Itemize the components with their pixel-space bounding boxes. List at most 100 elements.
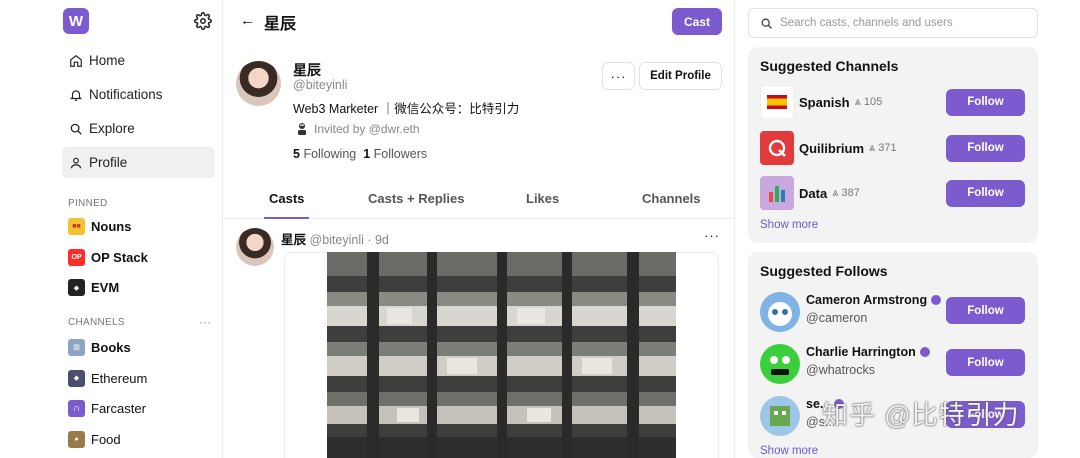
edit-profile-button[interactable]: Edit Profile (639, 62, 722, 90)
profile-handle: @biteyinli (293, 78, 348, 92)
nav-profile-label: Profile (89, 155, 128, 170)
channel-label: Ethereum (91, 370, 148, 386)
follow-button[interactable]: Follow (946, 179, 1025, 207)
suggested-follow-row[interactable]: Cameron Armstrong @cameron Follow (760, 292, 1025, 336)
post-meta: @biteyinli · 9d (309, 233, 389, 247)
channels-more-button[interactable]: ··· (199, 315, 211, 329)
cast-button[interactable]: Cast (672, 8, 722, 35)
followers-label[interactable]: Followers (374, 147, 428, 161)
channel-item-farcaster[interactable]: ∩ Farcaster (68, 393, 216, 424)
channel-item-food[interactable]: ● Food (68, 424, 216, 455)
channels-list: ▥ Books ◆ Ethereum ∩ Farcaster ● Food (68, 332, 216, 455)
profile-more-button[interactable]: ··· (602, 62, 635, 90)
suggested-follow-row[interactable]: Charlie Harrington @whatrocks Follow (760, 344, 1025, 388)
pinned-item-op-stack[interactable]: OP OP Stack (68, 242, 216, 273)
ethereum-icon: ◆ (68, 369, 85, 387)
channel-label: Food (91, 431, 121, 447)
bell-icon (69, 89, 83, 101)
pinned-item-evm[interactable]: ◆ EVM (68, 272, 216, 303)
user-handle: @whatrocks (806, 363, 875, 377)
user-handle: @cameron (806, 311, 868, 325)
search-input[interactable] (780, 17, 1020, 29)
app-root: W Home Notifications Explore Profile PIN… (0, 0, 1080, 458)
nav-home-label: Home (89, 53, 126, 68)
profile-main: ← 星辰 Cast 星辰 @biteyinli Web3 Marketer ｜微… (223, 0, 735, 458)
left-sidebar: W Home Notifications Explore Profile PIN… (0, 0, 223, 458)
channel-label: Books (91, 339, 131, 355)
post-header: 星辰 @biteyinli · 9d (281, 229, 389, 248)
search-bar[interactable] (748, 8, 1038, 38)
user-display-name[interactable]: Charlie Harrington (806, 345, 930, 359)
suggested-channel-row[interactable]: Spanish ⩓ 105 Follow (760, 85, 1025, 119)
follow-button[interactable]: Follow (946, 349, 1025, 376)
channel-name[interactable]: Spanish (799, 95, 850, 110)
user-name-text: Charlie Harrington (806, 345, 916, 359)
profile-tabs: Casts Casts + Replies Likes Channels (223, 185, 735, 219)
profile-avatar[interactable] (236, 61, 281, 106)
pinned-label: OP Stack (91, 249, 148, 265)
channel-name[interactable]: Quilibrium (799, 141, 864, 156)
profile-bio: Web3 Marketer ｜微信公众号：比特引力 (293, 102, 520, 116)
pinned-item-nouns[interactable]: ■■ Nouns (68, 211, 216, 242)
show-more-follows-link[interactable]: Show more (760, 445, 818, 457)
channel-member-count: ⩓ 371 (869, 141, 897, 154)
nav-profile[interactable]: Profile (62, 147, 215, 178)
followers-count[interactable]: 1 (363, 147, 370, 161)
gear-icon[interactable] (194, 12, 212, 30)
user-name-text: Cameron Armstrong (806, 293, 928, 307)
farcaster-icon: ∩ (68, 400, 85, 418)
tab-casts[interactable]: Casts (269, 191, 304, 206)
watermark: 知乎 @比特引力 (822, 400, 1020, 430)
pinned-label: Nouns (91, 218, 132, 234)
post-author-name[interactable]: 星辰 (281, 233, 306, 247)
channel-member-count: ⩓ 387 (832, 186, 860, 199)
main-nav: Home Notifications Explore Profile (62, 45, 215, 181)
spain-flag-icon (760, 85, 794, 119)
search-icon (761, 18, 772, 29)
suggested-channel-row[interactable]: Quilibrium ⩓ 371 Follow (760, 131, 1025, 165)
avatar[interactable] (760, 292, 800, 332)
warpcast-logo[interactable]: W (63, 8, 89, 34)
follow-button[interactable]: Follow (946, 297, 1025, 324)
invited-by-text: Invited by @dwr.eth (314, 122, 420, 136)
following-label[interactable]: Following (303, 147, 356, 161)
books-icon: ▥ (68, 338, 85, 356)
pinned-heading: PINNED (68, 198, 108, 209)
follow-button[interactable]: Follow (946, 88, 1025, 116)
verified-badge-icon (931, 295, 942, 305)
suggested-channel-row[interactable]: Data ⩓ 387 Follow (760, 176, 1025, 210)
op-icon: OP (68, 248, 85, 266)
tab-likes[interactable]: Likes (526, 191, 559, 206)
food-icon: ● (68, 430, 85, 448)
tab-casts-replies[interactable]: Casts + Replies (368, 191, 464, 206)
tab-channels[interactable]: Channels (642, 191, 701, 206)
nav-notifications[interactable]: Notifications (62, 79, 215, 110)
avatar[interactable] (760, 396, 800, 436)
nav-explore[interactable]: Explore (62, 113, 215, 144)
channel-item-ethereum[interactable]: ◆ Ethereum (68, 363, 216, 394)
channel-item-books[interactable]: ▥ Books (68, 332, 216, 363)
user-display-name[interactable]: Cameron Armstrong (806, 293, 942, 307)
follow-button[interactable]: Follow (946, 134, 1025, 162)
post-image[interactable] (327, 252, 676, 458)
home-icon (70, 54, 82, 67)
suggested-follows-title: Suggested Follows (760, 263, 888, 279)
post-avatar[interactable] (236, 228, 274, 266)
active-tab-indicator (264, 217, 309, 219)
nav-explore-label: Explore (89, 121, 135, 136)
nouns-icon: ■■ (68, 217, 85, 235)
avatar[interactable] (760, 344, 800, 384)
back-arrow-icon[interactable]: ← (240, 12, 255, 29)
post-more-button[interactable]: ··· (704, 228, 720, 243)
channel-name[interactable]: Data (799, 186, 827, 201)
show-more-channels-link[interactable]: Show more (760, 219, 818, 231)
channels-heading: CHANNELS (68, 317, 125, 328)
following-count[interactable]: 5 (293, 147, 300, 161)
nav-home[interactable]: Home (62, 45, 215, 76)
pinned-label: EVM (91, 280, 120, 296)
ethereum-icon: ◆ (68, 279, 85, 297)
profile-name: 星辰 (293, 62, 321, 78)
bar-chart-icon (760, 176, 794, 210)
suggested-channels-title: Suggested Channels (760, 58, 899, 74)
pinned-list: ■■ Nouns OP OP Stack ◆ EVM (68, 211, 216, 303)
